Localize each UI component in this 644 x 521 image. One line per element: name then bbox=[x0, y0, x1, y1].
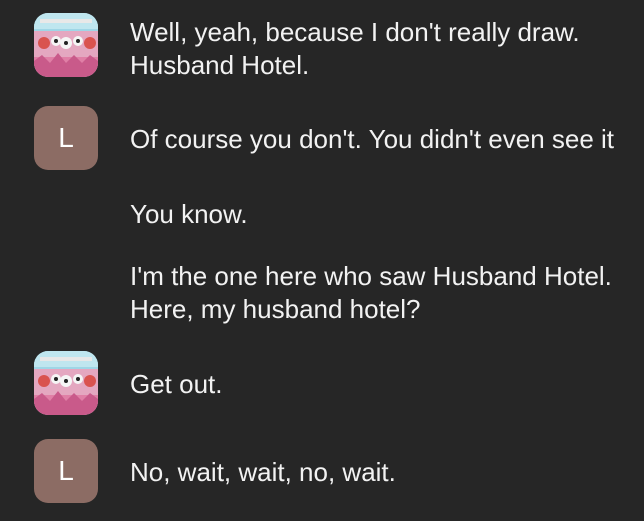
comic-avatar bbox=[34, 13, 98, 77]
message-line: I'm the one here who saw Husband Hotel. bbox=[130, 261, 612, 291]
message-line: Get out. bbox=[130, 369, 223, 399]
message-text: You know. bbox=[130, 198, 248, 231]
message-line: No, wait, wait, no, wait. bbox=[130, 457, 396, 487]
message-line: Well, yeah, because I don't really draw. bbox=[130, 17, 580, 47]
comic-avatar bbox=[34, 351, 98, 415]
message-text: Get out. bbox=[130, 368, 223, 401]
message-line: Of course you don't. You didn't even see… bbox=[130, 124, 615, 154]
comic-thumbnail-icon bbox=[34, 13, 98, 77]
user-avatar: L bbox=[34, 439, 98, 503]
message-line: You know. bbox=[130, 199, 248, 229]
message-line: Here, my husband hotel? bbox=[130, 294, 421, 324]
avatar-initial: L bbox=[58, 455, 74, 486]
message-text: Well, yeah, because I don't really draw.… bbox=[130, 16, 580, 82]
message-text: I'm the one here who saw Husband Hotel. … bbox=[130, 260, 612, 326]
message-text: Of course you don't. You didn't even see… bbox=[130, 123, 614, 156]
avatar-initial: L bbox=[58, 122, 74, 153]
message-line: Husband Hotel. bbox=[130, 50, 310, 80]
comic-thumbnail-icon bbox=[34, 351, 98, 415]
user-avatar: L bbox=[34, 106, 98, 170]
message-text: No, wait, wait, no, wait. bbox=[130, 456, 396, 489]
